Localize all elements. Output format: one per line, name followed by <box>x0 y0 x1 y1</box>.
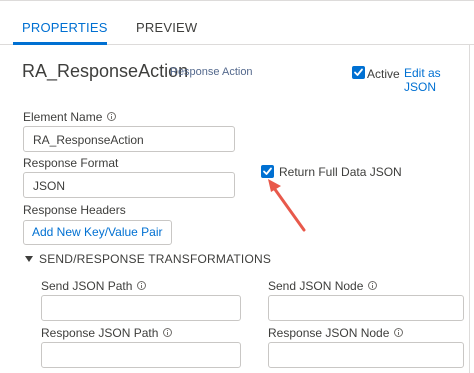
send-json-node-label-text: Send JSON Node <box>268 279 364 293</box>
info-icon[interactable] <box>163 328 173 337</box>
section-title[interactable]: SEND/RESPONSE TRANSFORMATIONS <box>39 252 271 266</box>
element-name-label: Element Name <box>23 110 117 124</box>
tab-bar: PROPERTIES PREVIEW <box>0 0 474 45</box>
response-json-path-input[interactable] <box>41 342 241 368</box>
panel-divider <box>469 45 470 373</box>
active-label: Active <box>367 67 400 81</box>
send-json-node-label: Send JSON Node <box>268 279 378 293</box>
response-json-path-label-text: Response JSON Path <box>41 326 159 340</box>
add-key-value-pair-button[interactable]: Add New Key/Value Pair <box>23 220 172 245</box>
checkmark-icon <box>354 68 363 76</box>
send-json-node-input[interactable] <box>268 295 464 321</box>
element-type-label: Response Action <box>170 66 253 78</box>
edit-as-json-link[interactable]: Edit as JSON <box>404 66 474 94</box>
annotation-arrow-icon <box>268 179 306 232</box>
info-icon[interactable] <box>368 281 378 290</box>
info-icon[interactable] <box>137 281 147 290</box>
response-format-label: Response Format <box>23 156 119 170</box>
response-json-node-label: Response JSON Node <box>268 326 404 340</box>
info-icon[interactable] <box>107 112 117 121</box>
chevron-down-icon[interactable] <box>25 256 33 262</box>
info-icon[interactable] <box>394 328 404 337</box>
response-headers-label: Response Headers <box>23 203 126 217</box>
element-name-input[interactable]: RA_ResponseAction <box>23 126 235 152</box>
tab-preview[interactable]: PREVIEW <box>136 20 197 35</box>
send-json-path-input[interactable] <box>41 295 241 321</box>
page-title: RA_ResponseAction <box>22 61 189 81</box>
response-json-node-label-text: Response JSON Node <box>268 326 390 340</box>
response-json-node-input[interactable] <box>268 342 464 368</box>
send-json-path-label: Send JSON Path <box>41 279 147 293</box>
active-checkbox[interactable] <box>352 66 365 79</box>
active-tab-indicator <box>13 42 107 45</box>
tab-properties[interactable]: PROPERTIES <box>22 20 108 35</box>
response-json-path-label: Response JSON Path <box>41 326 173 340</box>
response-format-select[interactable]: JSON <box>23 172 235 198</box>
send-json-path-label-text: Send JSON Path <box>41 279 133 293</box>
element-name-label-text: Element Name <box>23 110 103 124</box>
